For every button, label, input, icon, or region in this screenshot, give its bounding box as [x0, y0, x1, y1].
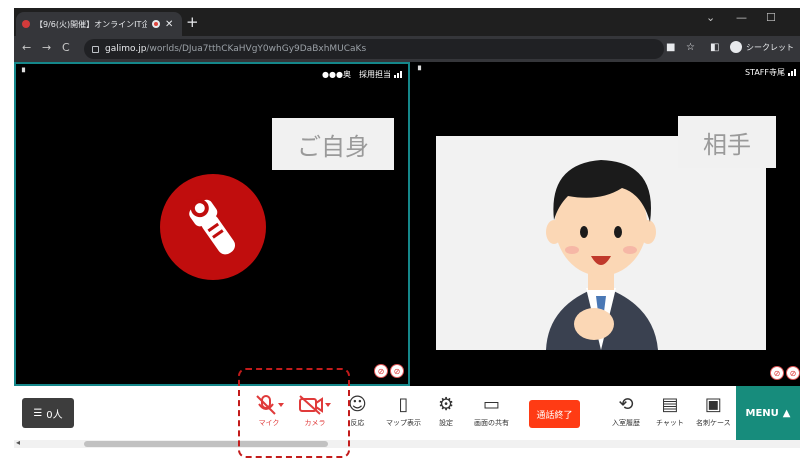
self-video-tile[interactable]: ▘ ●●●奥 採用担当 ご自身 ⊘ ⊘	[14, 62, 410, 386]
incognito-icon	[730, 41, 742, 53]
maximize-button[interactable]: ☐	[766, 11, 776, 24]
participant-avatar-image	[436, 136, 766, 350]
map-button[interactable]: ▯ マップ表示	[386, 394, 421, 428]
menu-label: MENU	[745, 407, 779, 419]
horizontal-scrollbar[interactable]: ◂	[14, 438, 800, 448]
tab-strip: 【9/6(火)開催】オンラインIT企業 ✕ + ⌄ — ☐	[14, 8, 800, 36]
mic-off-icon: ⊘	[390, 364, 404, 378]
incognito-indicator[interactable]: シークレット	[730, 41, 794, 53]
history-label: 入室履歴	[612, 419, 640, 427]
smile-icon: ☺	[348, 394, 367, 415]
screen-share-icon: ▭	[482, 394, 500, 415]
participant-name: STAFF寺尾	[744, 68, 785, 77]
signal-icon	[788, 69, 796, 76]
chat-icon: ▤	[661, 394, 679, 415]
participant-video-tile[interactable]: ▘ STAFF寺尾 相手 ⊘ ⊘	[412, 62, 800, 386]
mic-camera-highlight	[238, 368, 350, 458]
url-host: galimo.jp	[105, 44, 147, 54]
new-tab-button[interactable]: +	[186, 14, 199, 30]
map-icon: ▯	[398, 394, 409, 415]
tab-title: 【9/6(火)開催】オンラインIT企業	[35, 19, 147, 29]
url-bar[interactable]: galimo.jp /worlds/DJua7tthCKaHVgY0whGy9D…	[84, 39, 664, 59]
bookmark-star-icon[interactable]: ☆	[686, 42, 695, 54]
participant-mute-indicators: ⊘ ⊘	[770, 366, 800, 380]
end-call-button[interactable]: 通話終了	[529, 400, 580, 428]
close-tab-icon[interactable]: ✕	[165, 19, 173, 30]
favicon-icon	[22, 20, 30, 28]
settings-button[interactable]: ⚙ 設定	[438, 394, 454, 428]
reaction-button[interactable]: ☺ 反応	[348, 394, 367, 428]
history-button[interactable]: ⟲ 入室履歴	[612, 394, 640, 428]
self-name: ●●●奥 採用担当	[322, 70, 391, 79]
video-stage: ▘ ●●●奥 採用担当 ご自身 ⊘ ⊘ ▘ STAFF寺尾 相手 ⊘ ⊘	[14, 62, 800, 386]
flashlight-avatar-icon	[160, 174, 266, 280]
chevron-up-icon: ▲	[782, 407, 791, 419]
camera-off-icon: ⊘	[770, 366, 784, 380]
screen-share-button[interactable]: ▭ 画面の共有	[474, 394, 509, 428]
mic-off-icon: ⊘	[786, 366, 800, 380]
call-toolbar: ☰ 0人 マイク カメラ ☺ 反応 ▯ マップ表示 ⚙ 設定 ▭ 画面の共有 通…	[14, 386, 800, 440]
participant-name-label: STAFF寺尾	[745, 67, 796, 78]
chat-button[interactable]: ▤ チャット	[656, 394, 684, 428]
tab-search-icon[interactable]: ⌄	[706, 11, 715, 24]
self-name-label: ●●●奥 採用担当	[322, 69, 402, 80]
camera-in-use-icon[interactable]: ■	[666, 42, 675, 54]
reload-button[interactable]: C	[62, 42, 70, 54]
map-label: マップ表示	[386, 419, 421, 427]
pin-icon[interactable]: ▘	[22, 68, 28, 77]
self-mute-indicators: ⊘ ⊘	[374, 364, 404, 378]
recording-indicator-icon	[152, 20, 160, 28]
history-icon: ⟲	[618, 394, 634, 415]
lock-icon	[92, 45, 99, 53]
chat-label: チャット	[656, 419, 684, 427]
browser-tab[interactable]: 【9/6(火)開催】オンラインIT企業 ✕	[16, 12, 182, 36]
signal-icon	[394, 71, 402, 78]
self-overlay-label: ご自身	[272, 118, 394, 170]
card-label: 名刺ケース	[696, 419, 731, 427]
browser-window: 【9/6(火)開催】オンラインIT企業 ✕ + ⌄ — ☐ ← → C gali…	[14, 8, 800, 448]
card-icon: ▣	[704, 394, 722, 415]
address-toolbar: ← → C galimo.jp /worlds/DJua7tthCKaHVgY0…	[14, 36, 800, 62]
gear-icon: ⚙	[438, 394, 455, 415]
side-panel-icon[interactable]: ◧	[710, 42, 719, 54]
minimize-button[interactable]: —	[736, 11, 747, 24]
back-button[interactable]: ←	[22, 42, 31, 54]
people-count: 0人	[46, 409, 63, 421]
camera-off-icon: ⊘	[374, 364, 388, 378]
forward-button[interactable]: →	[42, 42, 51, 54]
people-icon: ☰	[33, 407, 43, 419]
share-label: 画面の共有	[474, 419, 509, 427]
url-text: galimo.jp /worlds/DJua7tthCKaHVgY0whGy9D…	[105, 44, 366, 54]
participant-overlay-label: 相手	[678, 116, 776, 168]
people-button[interactable]: ☰ 0人	[22, 398, 74, 428]
reaction-label: 反応	[350, 419, 365, 427]
settings-label: 設定	[439, 419, 454, 427]
scroll-left-icon[interactable]: ◂	[16, 438, 20, 447]
menu-button[interactable]: MENU ▲	[736, 386, 800, 440]
card-case-button[interactable]: ▣ 名刺ケース	[696, 394, 731, 428]
pin-icon[interactable]: ▘	[418, 66, 424, 75]
url-path: /worlds/DJua7tthCKaHVgY0whGy9DaBxhMUCaKs	[146, 44, 367, 54]
incognito-label: シークレット	[746, 42, 794, 52]
